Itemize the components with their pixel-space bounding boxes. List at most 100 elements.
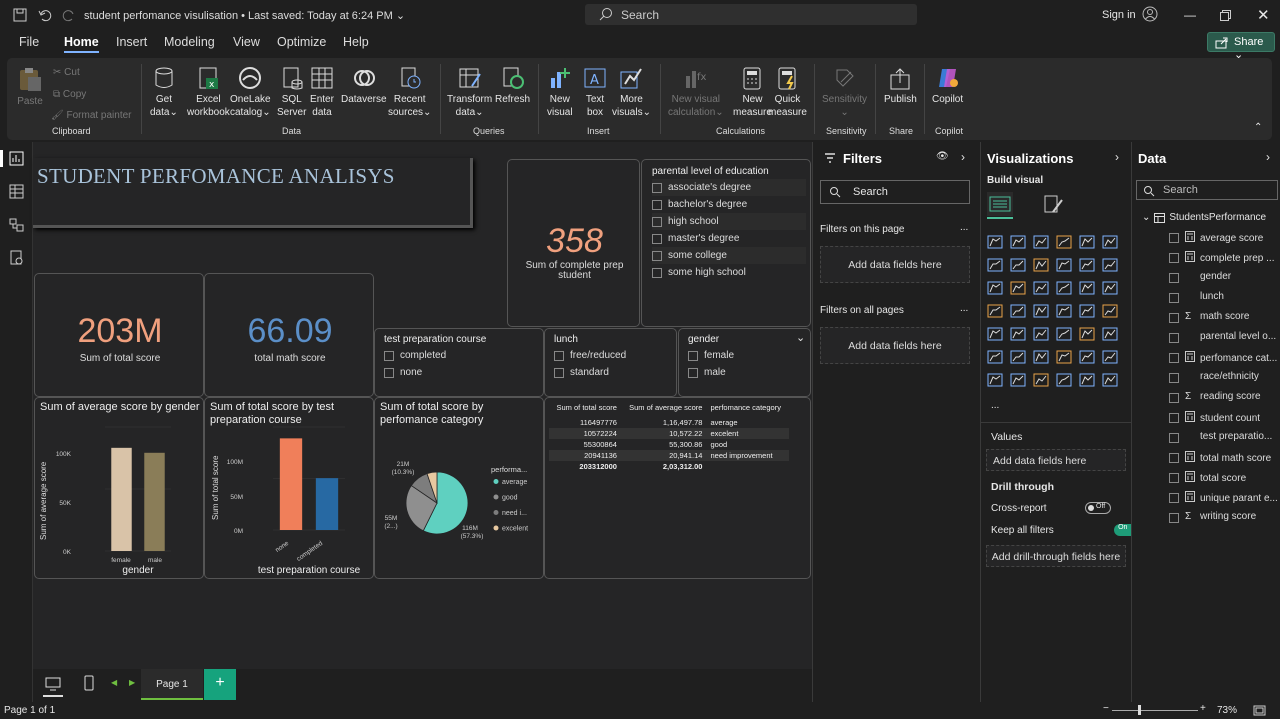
new-visual-button[interactable]: New visual	[547, 66, 573, 119]
report-view-icon[interactable]	[9, 151, 24, 166]
slicer-parental-education[interactable]: parental level of education associate's …	[641, 159, 811, 327]
legend-item[interactable]: average	[502, 479, 527, 486]
chevron-down-icon[interactable]: ⌄	[1142, 212, 1150, 223]
legend-item[interactable]: excelent	[502, 526, 528, 533]
table-row[interactable]: 10572224 10,572.22 excelent	[549, 428, 789, 439]
slicer-item[interactable]: some high school	[652, 264, 806, 281]
field-checkbox[interactable]	[1169, 513, 1179, 523]
copilot-button[interactable]: Copilot	[932, 66, 963, 106]
field-item[interactable]: complete prep ...	[1185, 251, 1274, 265]
field-checkbox[interactable]	[1169, 413, 1179, 423]
slicer-item[interactable]: high school	[652, 213, 806, 230]
map-icon[interactable]	[987, 304, 1003, 318]
slicer-item[interactable]: female	[688, 347, 734, 364]
collapse-ribbon-icon[interactable]: ⌃	[1254, 122, 1262, 133]
menu-home[interactable]: Home	[64, 35, 99, 53]
chart-average-by-gender[interactable]: Sum of average score by gender Sum of av…	[34, 397, 204, 579]
enter-data-button[interactable]: Enter data	[310, 66, 334, 119]
redo-icon[interactable]	[62, 8, 76, 22]
card-icon[interactable]	[1102, 304, 1118, 318]
checkbox[interactable]	[652, 250, 662, 261]
waterfall-icon[interactable]	[987, 281, 1003, 295]
paste-button[interactable]: Paste	[17, 66, 43, 108]
slicer-item[interactable]: some college	[652, 247, 806, 264]
field-item[interactable]: Σreading score	[1185, 391, 1261, 402]
slicer-item[interactable]: completed	[384, 347, 446, 364]
field-checkbox[interactable]	[1169, 373, 1179, 383]
field-item[interactable]: total math score	[1185, 451, 1271, 465]
more-options-icon[interactable]: ...	[960, 222, 968, 233]
get-data-button[interactable]: Get data⌄	[150, 66, 178, 119]
legend-item[interactable]: good	[502, 495, 518, 502]
zoom-slider[interactable]	[1112, 710, 1198, 711]
close-icon[interactable]: ✕	[1257, 6, 1270, 24]
slicer-gender[interactable]: gender ⌄ female male	[678, 328, 811, 397]
dataverse-button[interactable]: Dataverse	[341, 66, 387, 106]
format-painter-button[interactable]: 🖌 Format painter	[51, 109, 132, 122]
slicer-lunch[interactable]: lunch free/reduced standard	[544, 328, 677, 397]
table-icon[interactable]	[1056, 327, 1072, 341]
field-checkbox[interactable]	[1169, 493, 1179, 503]
key-influencers-icon[interactable]	[1010, 350, 1026, 364]
scatter-icon[interactable]	[1033, 281, 1049, 295]
collapse-viz-icon[interactable]: ›	[1115, 150, 1119, 164]
smart-narrative-icon[interactable]	[1079, 350, 1095, 364]
checkbox[interactable]	[384, 367, 394, 378]
menu-file[interactable]: File	[19, 35, 39, 49]
undo-icon[interactable]	[38, 8, 52, 22]
column-header[interactable]: perfomance category	[706, 402, 789, 413]
bar-none[interactable]	[279, 438, 303, 530]
column-header[interactable]: Sum of total score	[549, 402, 621, 413]
filters-all-drop-zone[interactable]: Add data fields here	[820, 327, 970, 364]
checkbox[interactable]	[554, 350, 564, 361]
slicer-test-prep[interactable]: test preparation course completed none	[374, 328, 544, 397]
slicer-item[interactable]: standard	[554, 364, 626, 381]
search-input[interactable]: Search	[585, 4, 917, 25]
document-title[interactable]: student perfomance visulisation • Last s…	[84, 9, 405, 22]
build-visual-icon[interactable]	[987, 192, 1013, 216]
signin-link[interactable]: Sign in	[1102, 9, 1136, 21]
checkbox[interactable]	[652, 216, 662, 227]
text-box-button[interactable]: A Text box	[583, 66, 607, 119]
save-icon[interactable]	[13, 8, 27, 22]
stacked-area-icon[interactable]	[1033, 258, 1049, 272]
next-page-icon[interactable]: ▶	[129, 678, 135, 687]
bar-completed[interactable]	[315, 478, 339, 530]
treemap-icon[interactable]	[1102, 281, 1118, 295]
zoom-thumb[interactable]	[1138, 705, 1141, 715]
field-checkbox[interactable]	[1169, 433, 1179, 443]
filters-search-input[interactable]: Search	[820, 180, 970, 204]
field-item[interactable]: average score	[1185, 231, 1263, 245]
field-item[interactable]: Σmath score	[1185, 311, 1249, 322]
more-visuals-icon[interactable]: ...	[991, 400, 999, 411]
table-row[interactable]: 55300864 55,300.86 good	[549, 439, 789, 450]
table-row[interactable]: 116497776 1,16,497.78 average	[549, 417, 789, 428]
mobile-layout-icon[interactable]	[83, 675, 95, 691]
metrics-icon[interactable]	[1102, 350, 1118, 364]
field-item[interactable]: Σwriting score	[1185, 511, 1256, 522]
python-visual-icon[interactable]	[987, 350, 1003, 364]
sql-server-button[interactable]: SQL Server	[277, 66, 306, 119]
field-checkbox[interactable]	[1169, 333, 1179, 343]
field-checkbox[interactable]	[1169, 253, 1179, 263]
slicer-item[interactable]: free/reduced	[554, 347, 626, 364]
share-button[interactable]: Share ⌄	[1207, 32, 1275, 61]
chart-total-by-prep[interactable]: Sum of total score by test preparation c…	[204, 397, 374, 579]
field-checkbox[interactable]	[1169, 313, 1179, 323]
field-checkbox[interactable]	[1169, 353, 1179, 363]
legend-item[interactable]: need i...	[502, 510, 527, 517]
bar-female[interactable]	[111, 447, 132, 551]
stacked-bar-icon[interactable]	[987, 235, 1003, 249]
slicer-item[interactable]: master's degree	[652, 230, 806, 247]
gauge-icon[interactable]	[1079, 304, 1095, 318]
model-view-icon[interactable]	[9, 217, 24, 232]
maximize-icon[interactable]	[1220, 10, 1231, 21]
eye-icon[interactable]: 👁	[936, 151, 949, 162]
shape-map-icon[interactable]	[1056, 304, 1072, 318]
decomposition-tree-icon[interactable]	[1033, 350, 1049, 364]
table-row[interactable]: 20941136 20,941.14 need improvement	[549, 450, 789, 461]
table-node[interactable]: ⌄ StudentsPerformance	[1142, 212, 1266, 223]
checkbox[interactable]	[384, 350, 394, 361]
cross-report-toggle[interactable]: Off	[1085, 502, 1111, 515]
prev-page-icon[interactable]: ◀	[111, 678, 117, 687]
